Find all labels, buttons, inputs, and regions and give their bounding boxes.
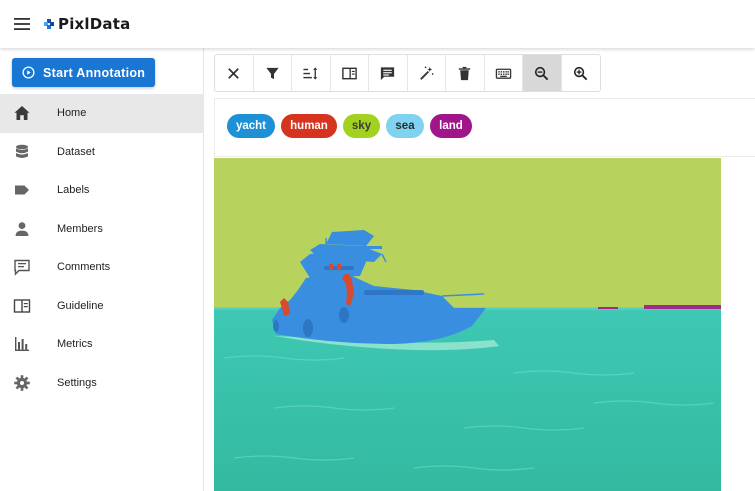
sidebar-item-labels[interactable]: Labels (0, 171, 204, 210)
label-chip-land[interactable]: land (430, 114, 472, 138)
comment-icon (13, 258, 31, 276)
keyboard-icon (495, 68, 511, 79)
sidebar-item-settings[interactable]: Settings (0, 364, 204, 403)
sidebar-item-home[interactable]: Home (0, 94, 204, 133)
annotation-toolbar (214, 54, 601, 92)
keyboard-shortcuts-button[interactable] (485, 55, 523, 91)
filter-button[interactable] (254, 55, 292, 91)
sidebar-item-metrics[interactable]: Metrics (0, 325, 204, 364)
sidebar-item-members[interactable]: Members (0, 210, 204, 249)
play-circle-icon (22, 66, 35, 79)
sidebar-item-label: Settings (57, 376, 97, 389)
hamburger-menu-button[interactable] (0, 0, 44, 48)
start-annotation-button[interactable]: Start Annotation (12, 58, 155, 87)
magic-wand-icon (419, 66, 434, 80)
label-chip-sky[interactable]: sky (343, 114, 380, 138)
comment-button[interactable] (369, 55, 408, 91)
logo-icon (44, 19, 54, 29)
magic-wand-button[interactable] (408, 55, 446, 91)
segmented-image (214, 158, 721, 491)
app-bar: PixlData (0, 0, 755, 48)
sidebar-item-label: Comments (57, 261, 111, 274)
close-icon (228, 67, 240, 79)
sidebar-item-label: Home (57, 107, 87, 120)
book-icon (13, 297, 31, 315)
side-panel-button[interactable] (331, 55, 369, 91)
label-chip-human[interactable]: human (281, 114, 337, 138)
sort-button[interactable] (292, 55, 331, 91)
sky-mask (214, 158, 721, 310)
sidebar: Start Annotation Home Dataset Labels Mem… (0, 48, 204, 491)
sidebar-item-label: Metrics (57, 338, 93, 351)
label-chip-yacht[interactable]: yacht (227, 114, 275, 138)
menu-icon (14, 18, 30, 30)
label-chip-bar: yacht human sky sea land (214, 98, 755, 157)
bar-chart-icon (13, 335, 31, 353)
comment-icon (381, 66, 395, 80)
app-name: PixlData (58, 15, 131, 33)
zoom-out-button[interactable] (523, 55, 562, 91)
sidebar-item-guideline[interactable]: Guideline (0, 287, 204, 326)
sidebar-item-label: Members (57, 222, 103, 235)
sidebar-item-label: Dataset (57, 145, 95, 158)
side-panel-icon (341, 67, 357, 79)
database-icon (13, 143, 31, 161)
label-tag-icon (13, 181, 31, 199)
person-icon (13, 220, 31, 238)
zoom-in-button[interactable] (562, 55, 601, 91)
sort-icon (303, 66, 318, 80)
sidebar-item-label: Guideline (57, 299, 104, 312)
sidebar-item-label: Labels (57, 184, 90, 197)
zoom-in-icon (574, 66, 588, 80)
filter-icon (266, 67, 279, 79)
zoom-out-icon (535, 66, 549, 80)
trash-icon (459, 66, 471, 80)
home-icon (13, 104, 31, 122)
app-logo[interactable]: PixlData (44, 15, 130, 33)
delete-button[interactable] (446, 55, 485, 91)
sidebar-item-dataset[interactable]: Dataset (0, 133, 204, 172)
close-button[interactable] (215, 55, 254, 91)
start-annotation-label: Start Annotation (43, 65, 146, 80)
sidebar-nav: Home Dataset Labels Members Comments Gui… (0, 94, 204, 402)
sidebar-item-comments[interactable]: Comments (0, 248, 204, 287)
land-mask (644, 305, 721, 309)
annotation-canvas[interactable] (214, 158, 721, 491)
gear-icon (13, 374, 31, 392)
label-chip-sea[interactable]: sea (386, 114, 424, 138)
